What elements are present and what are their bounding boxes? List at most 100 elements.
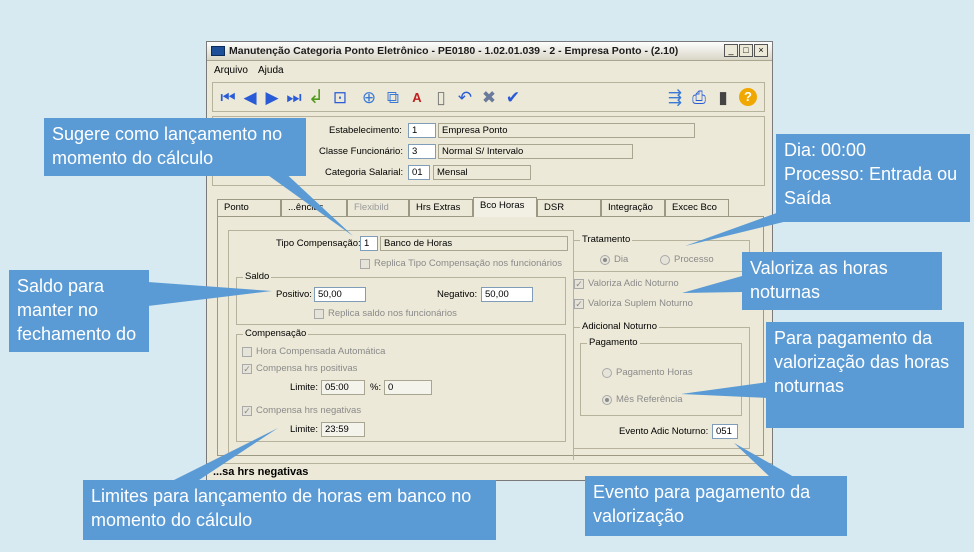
mes-referencia-radio[interactable]: Mês Referência bbox=[602, 394, 683, 405]
checkbox-box: ✓ bbox=[574, 278, 584, 289]
replica-tipo-label: Replica Tipo Compensação nos funcionário… bbox=[374, 258, 562, 269]
classe-label: Classe Funcionário: bbox=[319, 146, 403, 157]
radio-dot bbox=[660, 254, 670, 265]
negativo-field[interactable]: 50,00 bbox=[481, 287, 533, 302]
tipo-compensacao-label: Tipo Compensação: bbox=[276, 238, 361, 249]
classe-code-field[interactable]: 3 bbox=[408, 144, 436, 159]
tree-icon[interactable]: ⇶ bbox=[665, 87, 685, 107]
new-icon[interactable]: ⊕ bbox=[359, 87, 379, 107]
copy-icon[interactable]: ⧉ bbox=[383, 87, 403, 107]
help-glyph: ? bbox=[739, 88, 757, 106]
print-icon[interactable]: ⎙ bbox=[689, 87, 709, 107]
checkbox-box: ✓ bbox=[574, 298, 584, 309]
limite-pos-label: Limite: bbox=[290, 382, 318, 393]
menu-ajuda[interactable]: Ajuda bbox=[258, 65, 284, 76]
compensa-negativas-label: Compensa hrs negativas bbox=[256, 405, 362, 416]
tab-hrs-extras[interactable]: Hrs Extras bbox=[409, 199, 473, 216]
goto-icon[interactable]: ↲ bbox=[306, 87, 326, 107]
help-icon[interactable]: ? bbox=[738, 87, 758, 107]
radio-dot bbox=[602, 367, 612, 378]
checkbox-box bbox=[314, 308, 324, 319]
tab-bco-horas[interactable]: Bco Horas bbox=[473, 197, 537, 217]
dia-radio[interactable]: Dia bbox=[600, 254, 628, 265]
evento-field[interactable]: 051 bbox=[712, 424, 738, 439]
pct-label: %: bbox=[370, 382, 382, 393]
estabelecimento-label: Estabelecimento: bbox=[329, 125, 402, 136]
app-icon bbox=[211, 46, 225, 56]
undo-icon[interactable]: ↶ bbox=[455, 87, 475, 107]
checkbox-box bbox=[360, 258, 370, 269]
hora-compensada-label: Hora Compensada Automática bbox=[256, 346, 386, 357]
limite-pos-field[interactable]: 05:00 bbox=[321, 380, 365, 395]
valoriza-suplem-label: Valoriza Suplem Noturno bbox=[588, 298, 693, 309]
toolbar: ⏮ ◀ ▶ ⏭ ↲ ⊡ ⊕ ⧉ A ▯ ↶ ✖ ✔ ⇶ ⎙ ▮ ? bbox=[212, 82, 765, 112]
categoria-code-field[interactable]: 01 bbox=[408, 165, 430, 180]
processo-radio[interactable]: Processo bbox=[660, 254, 714, 265]
first-icon[interactable]: ⏮ bbox=[218, 87, 238, 107]
pagamento-group: Pagamento bbox=[580, 337, 742, 416]
hora-compensada-checkbox[interactable]: Hora Compensada Automática bbox=[242, 346, 385, 357]
pagamento-horas-label: Pagamento Horas bbox=[616, 367, 693, 378]
tab-excec-bco[interactable]: Excec Bco bbox=[665, 199, 729, 216]
dia-label: Dia bbox=[614, 254, 629, 265]
menu-arquivo[interactable]: Arquivo bbox=[214, 65, 248, 76]
classe-name-field: Normal S/ Intervalo bbox=[438, 144, 633, 159]
menu-bar: Arquivo Ajuda bbox=[207, 62, 772, 78]
close-button[interactable]: × bbox=[754, 44, 768, 57]
pagamento-title: Pagamento bbox=[587, 337, 640, 348]
valoriza-suplem-checkbox[interactable]: ✓ Valoriza Suplem Noturno bbox=[574, 298, 693, 309]
tipo-compensacao-name: Banco de Horas bbox=[380, 236, 568, 251]
valoriza-adic-checkbox[interactable]: ✓ Valoriza Adic Noturno bbox=[574, 278, 679, 289]
replica-tipo-checkbox[interactable]: Replica Tipo Compensação nos funcionário… bbox=[360, 258, 562, 269]
radio-dot bbox=[600, 254, 610, 265]
tab-ponto[interactable]: Ponto bbox=[217, 199, 281, 216]
tab-dsr[interactable]: DSR bbox=[537, 199, 601, 216]
positivo-field[interactable]: 50,00 bbox=[314, 287, 366, 302]
callout-saldo: Saldo para manter no fechamento do bbox=[9, 270, 149, 352]
next-icon[interactable]: ▶ bbox=[262, 87, 282, 107]
exit-icon[interactable]: ▮ bbox=[713, 87, 733, 107]
valoriza-adic-label: Valoriza Adic Noturno bbox=[588, 278, 679, 289]
minimize-button[interactable]: _ bbox=[724, 44, 738, 57]
maximize-button[interactable]: □ bbox=[739, 44, 753, 57]
callout-sugere: Sugere como lançamento no momento do cál… bbox=[44, 118, 306, 176]
mes-referencia-label: Mês Referência bbox=[616, 394, 683, 405]
compensa-negativas-checkbox[interactable]: ✓ Compensa hrs negativas bbox=[242, 405, 361, 416]
callout-evento: Evento para pagamento da valorização bbox=[585, 476, 847, 536]
last-icon[interactable]: ⏭ bbox=[284, 87, 304, 107]
tipo-compensacao-code[interactable]: 1 bbox=[360, 236, 378, 251]
tab-integracao[interactable]: Integração bbox=[601, 199, 665, 216]
delete-icon[interactable]: ▯ bbox=[431, 87, 451, 107]
compensacao-title: Compensação bbox=[243, 328, 309, 339]
pagamento-horas-radio[interactable]: Pagamento Horas bbox=[602, 367, 693, 378]
compensa-positivas-checkbox[interactable]: ✓ Compensa hrs positivas bbox=[242, 363, 357, 374]
cancel-icon[interactable]: ✖ bbox=[479, 87, 499, 107]
window-title: Manutenção Categoria Ponto Eletrônico - … bbox=[229, 45, 679, 57]
callout-dia: Dia: 00:00 Processo: Entrada ou Saída bbox=[776, 134, 970, 222]
categoria-label: Categoria Salarial: bbox=[325, 167, 404, 178]
compensa-positivas-label: Compensa hrs positivas bbox=[256, 363, 358, 374]
callout-limites: Limites para lançamento de horas em banc… bbox=[83, 480, 496, 540]
bco-horas-panel: Tipo Compensação: 1 Banco de Horas Repli… bbox=[217, 216, 764, 460]
radio-dot bbox=[602, 394, 612, 405]
confirm-icon[interactable]: ✔ bbox=[503, 87, 523, 107]
screenshot-stage: Manutenção Categoria Ponto Eletrônico - … bbox=[0, 0, 974, 552]
previous-icon[interactable]: ◀ bbox=[240, 87, 260, 107]
limite-neg-field[interactable]: 23:59 bbox=[321, 422, 365, 437]
edit-icon[interactable]: A bbox=[407, 87, 427, 107]
pct-field[interactable]: 0 bbox=[384, 380, 432, 395]
saldo-title: Saldo bbox=[243, 271, 272, 282]
estabelecimento-code-field[interactable]: 1 bbox=[408, 123, 436, 138]
title-bar[interactable]: Manutenção Categoria Ponto Eletrônico - … bbox=[207, 42, 772, 61]
negativo-label: Negativo: bbox=[437, 289, 478, 300]
tab-ocorrencias[interactable]: ...ências bbox=[281, 199, 347, 216]
processo-label: Processo bbox=[674, 254, 714, 265]
zoom-icon[interactable]: ⊡ bbox=[330, 87, 350, 107]
application-window: Manutenção Categoria Ponto Eletrônico - … bbox=[206, 41, 773, 481]
checkbox-box: ✓ bbox=[242, 363, 252, 374]
positivo-label: Positivo: bbox=[276, 289, 312, 300]
replica-saldo-checkbox[interactable]: Replica saldo nos funcionários bbox=[314, 308, 457, 319]
tab-flexibild[interactable]: Flexibild bbox=[347, 199, 409, 216]
tratamento-title: Tratamento bbox=[580, 234, 633, 245]
limite-neg-label: Limite: bbox=[290, 424, 318, 435]
